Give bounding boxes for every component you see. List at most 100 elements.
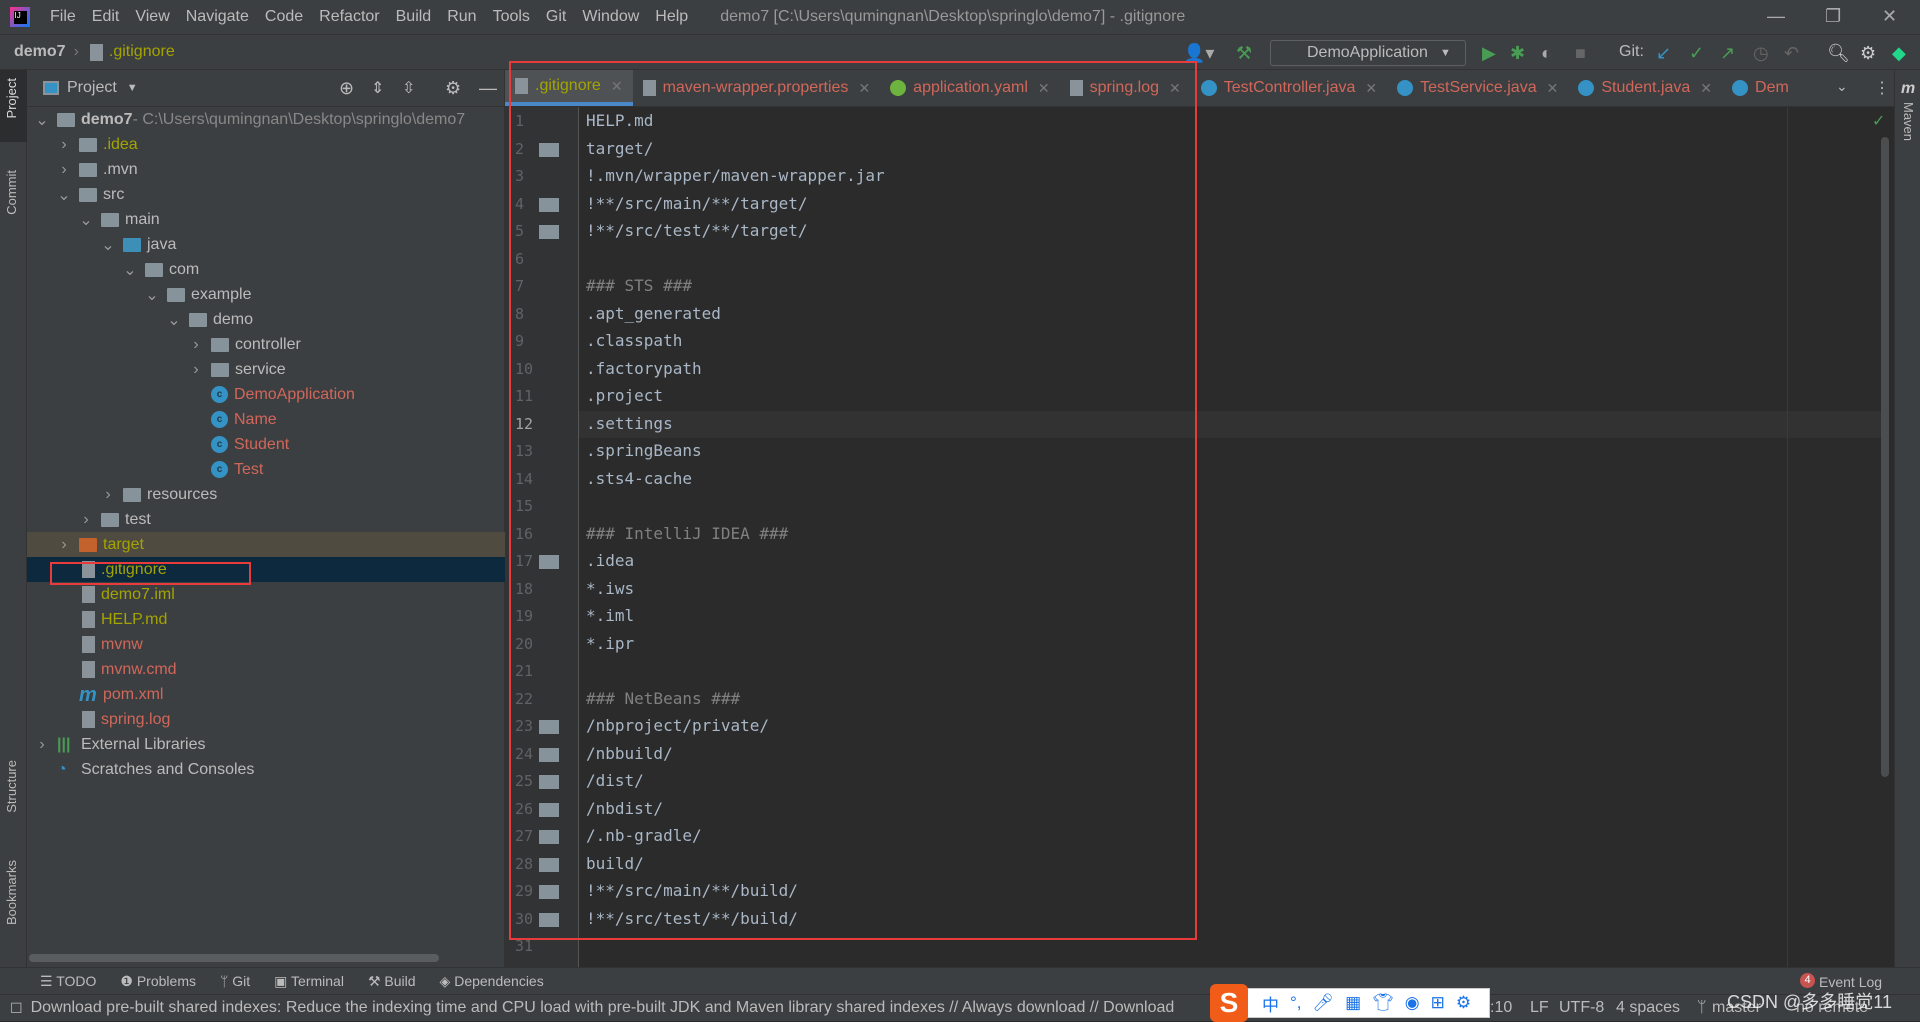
menu-run[interactable]: Run: [439, 8, 484, 26]
ime-punctuation[interactable]: °,: [1290, 993, 1302, 1013]
tree-item[interactable]: ⌄ demo: [27, 307, 505, 332]
tree-item[interactable]: › service: [27, 357, 505, 382]
menu-navigate[interactable]: Navigate: [178, 8, 257, 26]
chevron-right-icon[interactable]: ›: [57, 161, 71, 179]
emoji-icon[interactable]: ◉: [1405, 993, 1420, 1013]
tree-item[interactable]: HELP.md: [27, 607, 505, 632]
settings-gear-icon[interactable]: ⚙: [1860, 43, 1876, 64]
structure-tool-button[interactable]: Structure: [4, 760, 19, 813]
indent-setting[interactable]: 4 spaces: [1616, 999, 1680, 1017]
tree-item[interactable]: c Student: [27, 432, 505, 457]
chevron-right-icon[interactable]: ›: [189, 336, 203, 354]
tabs-dropdown-icon[interactable]: ⌄: [1836, 78, 1848, 95]
tool-problems[interactable]: ❶ Problems: [120, 973, 196, 990]
editor-tab[interactable]: Student.java ✕: [1568, 70, 1722, 106]
tree-item[interactable]: c Name: [27, 407, 505, 432]
chevron-down-icon[interactable]: ⌄: [123, 260, 137, 280]
collapse-all-icon[interactable]: ⇳: [402, 78, 415, 98]
editor-vertical-scrollbar[interactable]: [1881, 137, 1889, 777]
git-commit-icon[interactable]: ✓: [1689, 43, 1704, 64]
chevron-right-icon[interactable]: ›: [101, 486, 115, 504]
debug-icon[interactable]: ✱: [1510, 43, 1525, 64]
run-icon[interactable]: ▶: [1482, 43, 1496, 64]
editor-tab[interactable]: Dem: [1722, 70, 1799, 106]
notification-icon[interactable]: ☐: [10, 1000, 23, 1017]
tool-todo[interactable]: ☰ TODO: [40, 973, 96, 990]
menu-view[interactable]: View: [127, 8, 177, 26]
chevron-right-icon[interactable]: ›: [189, 361, 203, 379]
bookmarks-tool-button[interactable]: Bookmarks: [4, 860, 19, 925]
skin-shirt-icon[interactable]: 👕︎: [1372, 993, 1394, 1013]
tree-item[interactable]: › resources: [27, 482, 505, 507]
tree-item[interactable]: ⌄ src: [27, 182, 505, 207]
chevron-down-icon[interactable]: ⌄: [167, 310, 181, 330]
line-separator[interactable]: LF: [1530, 999, 1549, 1017]
expand-all-icon[interactable]: ⇕: [371, 78, 384, 98]
tool-dependencies[interactable]: ◈ Dependencies: [440, 973, 544, 990]
menu-git[interactable]: Git: [538, 8, 574, 26]
menu-tools[interactable]: Tools: [485, 8, 538, 26]
tree-item[interactable]: mvnw.cmd: [27, 657, 505, 682]
tree-item[interactable]: spring.log: [27, 707, 505, 732]
close-tab-icon[interactable]: ✕: [1547, 80, 1559, 97]
menu-refactor[interactable]: Refactor: [311, 8, 387, 26]
file-encoding[interactable]: UTF-8: [1559, 999, 1604, 1017]
chevron-right-icon[interactable]: ›: [57, 136, 71, 154]
tree-item[interactable]: › controller: [27, 332, 505, 357]
tree-item[interactable]: mvnw: [27, 632, 505, 657]
tree-item[interactable]: › target: [27, 532, 505, 557]
breadcrumb-file[interactable]: .gitignore: [109, 43, 175, 61]
tool-build[interactable]: ⚒ Build: [368, 973, 416, 990]
git-rollback-icon[interactable]: ↶: [1784, 43, 1799, 64]
more-options-icon[interactable]: ⋮: [1874, 78, 1890, 98]
editor-tab[interactable]: TestService.java ✕: [1387, 70, 1568, 106]
tree-item[interactable]: ◔ Scratches and Consoles: [27, 757, 505, 782]
chevron-down-icon[interactable]: ▼: [127, 82, 138, 94]
tree-item[interactable]: ⌄ main: [27, 207, 505, 232]
chevron-down-icon[interactable]: ⌄: [57, 185, 71, 205]
stop-icon[interactable]: ■: [1575, 43, 1586, 64]
close-tab-icon[interactable]: ✕: [1365, 80, 1377, 97]
tree-item[interactable]: c DemoApplication: [27, 382, 505, 407]
menu-code[interactable]: Code: [257, 8, 311, 26]
toolbox-grid-icon[interactable]: ⊞: [1431, 993, 1445, 1013]
caret-position[interactable]: :10: [1490, 999, 1512, 1017]
chevron-right-icon[interactable]: ›: [35, 736, 49, 754]
chevron-right-icon[interactable]: ›: [57, 536, 71, 554]
microphone-icon[interactable]: 🎤︎: [1313, 993, 1335, 1013]
chevron-down-icon[interactable]: ⌄: [145, 285, 159, 305]
editor-tab[interactable]: TestController.java ✕: [1191, 70, 1387, 106]
tree-item[interactable]: › .mvn: [27, 157, 505, 182]
locate-icon[interactable]: ⊕: [339, 78, 354, 99]
ime-settings-icon[interactable]: ⚙: [1456, 993, 1471, 1013]
menu-help[interactable]: Help: [647, 8, 696, 26]
tree-item[interactable]: m pom.xml: [27, 682, 505, 707]
menu-edit[interactable]: Edit: [84, 8, 128, 26]
tree-item[interactable]: › .idea: [27, 132, 505, 157]
toolbox-icon[interactable]: ◆: [1892, 43, 1906, 64]
minimize-button[interactable]: —: [1767, 6, 1785, 27]
tree-item[interactable]: ⌄ demo7 - C:\Users\qumingnan\Desktop\spri…: [27, 107, 505, 132]
tree-item[interactable]: c Test: [27, 457, 505, 482]
tree-item[interactable]: › test: [27, 507, 505, 532]
tree-item[interactable]: ⌄ java: [27, 232, 505, 257]
hide-panel-icon[interactable]: —: [479, 78, 497, 99]
menu-file[interactable]: File: [42, 8, 84, 26]
chevron-down-icon[interactable]: ⌄: [101, 235, 115, 255]
status-message[interactable]: Download pre-built shared indexes: Reduc…: [31, 999, 1175, 1017]
git-history-icon[interactable]: ◷: [1753, 43, 1769, 64]
chevron-down-icon[interactable]: ⌄: [35, 110, 49, 130]
commit-tool-button[interactable]: Commit: [4, 170, 19, 215]
tree-horizontal-scrollbar[interactable]: [29, 954, 439, 962]
coverage-icon[interactable]: ◐: [1541, 43, 1552, 64]
git-update-icon[interactable]: ↙: [1656, 43, 1671, 64]
ime-mode[interactable]: 中: [1262, 991, 1279, 1016]
keyboard-icon[interactable]: ▦: [1345, 993, 1361, 1013]
maven-tool-button[interactable]: Maven: [1901, 102, 1916, 141]
menu-build[interactable]: Build: [388, 8, 440, 26]
chevron-down-icon[interactable]: ⌄: [79, 210, 93, 230]
tool-git[interactable]: ᛘ Git: [220, 973, 250, 989]
restore-button[interactable]: ❐: [1825, 6, 1841, 27]
options-gear-icon[interactable]: ⚙: [445, 78, 461, 99]
tree-item[interactable]: › ||| External Libraries: [27, 732, 505, 757]
